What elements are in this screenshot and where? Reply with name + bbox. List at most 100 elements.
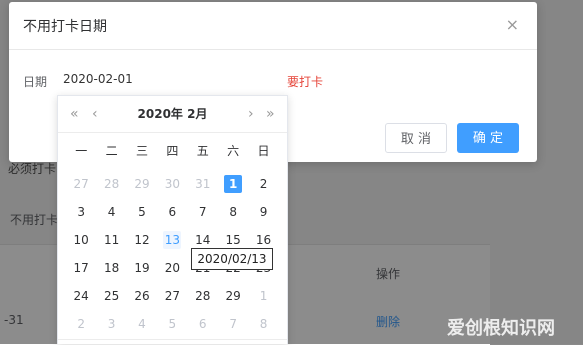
date-picker-header: « ‹ 2020年 2月 › » xyxy=(58,104,287,124)
calendar-day[interactable]: 28 xyxy=(96,170,126,198)
weekday-label: 六 xyxy=(227,144,240,158)
calendar-day-number: 8 xyxy=(259,317,268,331)
calendar-day[interactable]: 27 xyxy=(66,170,96,198)
calendar-day-number: 5 xyxy=(168,317,177,331)
calendar-day[interactable]: 7 xyxy=(188,198,218,226)
calendar-day-number: 25 xyxy=(103,289,120,303)
calendar-day-number: 5 xyxy=(138,205,146,219)
calendar-day-number: 12 xyxy=(134,233,150,247)
calendar-day[interactable]: 1 xyxy=(248,282,278,310)
calendar-day[interactable]: 20 xyxy=(157,254,187,282)
calendar-day[interactable]: 7 xyxy=(218,310,248,338)
calendar-day-number: 15 xyxy=(225,233,241,247)
weekday-label: 一 xyxy=(75,144,88,158)
weekday-header: 一二三四五六日 xyxy=(66,142,279,159)
next-year-icon[interactable]: » xyxy=(266,104,275,124)
calendar-day[interactable]: 10 xyxy=(66,226,96,254)
calendar-day[interactable]: 18 xyxy=(96,254,126,282)
calendar-day-number: 7 xyxy=(229,317,237,331)
date-label: 日期 xyxy=(23,75,48,89)
confirm-button[interactable]: 确 定 xyxy=(457,123,519,153)
weekday-label: 日 xyxy=(257,144,270,158)
calendar-day-number: 27 xyxy=(164,289,180,303)
calendar-day-number: 17 xyxy=(73,261,89,275)
calendar-day-number: 9 xyxy=(259,205,268,219)
calendar-day-number: 24 xyxy=(73,289,89,303)
calendar-day-number: 14 xyxy=(195,233,211,247)
calendar-day-number: 31 xyxy=(195,177,211,191)
calendar-day[interactable]: 27 xyxy=(157,282,187,310)
calendar-day-number: 27 xyxy=(73,177,89,191)
calendar-day[interactable]: 26 xyxy=(127,282,157,310)
calendar-day[interactable]: 12 xyxy=(127,226,157,254)
calendar-day-number: 4 xyxy=(107,205,116,219)
weekday-label: 四 xyxy=(166,144,179,158)
calendar-day[interactable]: 3 xyxy=(96,310,126,338)
calendar-day[interactable]: 6 xyxy=(188,310,218,338)
calendar-day-number: 20 xyxy=(164,261,180,275)
calendar-day-number: 16 xyxy=(255,233,272,247)
calendar-week-row: 3 4 5 6 7 8 9 xyxy=(66,198,279,226)
calendar-day[interactable]: 2 xyxy=(248,170,278,198)
calendar-day[interactable]: 28 xyxy=(188,282,218,310)
calendar-day[interactable]: 9 xyxy=(248,198,278,226)
calendar-day-number: 13 xyxy=(163,231,182,249)
calendar-day-number: 2 xyxy=(77,317,85,331)
calendar-day-number: 10 xyxy=(73,233,89,247)
calendar-day-number: 28 xyxy=(103,177,120,191)
calendar-day[interactable]: 19 xyxy=(127,254,157,282)
cancel-button[interactable]: 取 消 xyxy=(385,123,447,153)
calendar-day-number: 3 xyxy=(77,205,85,219)
calendar-week-row: 24 25 26 27 28 29 1 xyxy=(66,282,279,310)
date-picker-panel: « ‹ 2020年 2月 › » 一二三四五六日 27 28 29 30 31 1 2 3 4 5… xyxy=(57,95,288,344)
weekday-label: 三 xyxy=(135,144,148,158)
date-hover-tooltip: 2020/02/13 xyxy=(191,248,273,270)
calendar-day-number: 6 xyxy=(198,317,207,331)
weekday-label: 五 xyxy=(196,144,209,158)
weekday-label: 二 xyxy=(105,144,118,158)
calendar-day-number: 28 xyxy=(195,289,211,303)
calendar-day[interactable]: 30 xyxy=(157,170,187,198)
close-icon[interactable]: × xyxy=(506,17,519,33)
calendar-day-number: 4 xyxy=(138,317,146,331)
calendar-day[interactable]: 3 xyxy=(66,198,96,226)
dialog-title: 不用打卡日期 xyxy=(23,19,107,35)
calendar-day-number: 6 xyxy=(168,205,177,219)
calendar-day[interactable]: 5 xyxy=(127,198,157,226)
calendar-day-number: 8 xyxy=(229,205,237,219)
calendar-day-today[interactable]: 13 xyxy=(157,226,187,254)
calendar-day-number: 29 xyxy=(225,289,241,303)
calendar-day[interactable]: 6 xyxy=(157,198,187,226)
calendar-footer-edge xyxy=(58,339,287,344)
calendar-day-number: 7 xyxy=(198,205,207,219)
calendar-day[interactable]: 5 xyxy=(157,310,187,338)
calendar-day[interactable]: 4 xyxy=(96,198,126,226)
calendar-day-selected[interactable]: 1 xyxy=(218,170,248,198)
calendar-day-number: 19 xyxy=(134,261,150,275)
calendar-day[interactable]: 29 xyxy=(127,170,157,198)
calendar-day[interactable]: 17 xyxy=(66,254,96,282)
calendar-week-row: 2 3 4 5 6 7 8 xyxy=(66,310,279,338)
calendar-day-number: 1 xyxy=(224,175,243,193)
calendar-week-row: 27 28 29 30 31 1 2 xyxy=(66,170,279,198)
calendar-day[interactable]: 8 xyxy=(218,198,248,226)
calendar-day-number: 2 xyxy=(259,177,268,191)
date-input[interactable] xyxy=(57,64,287,94)
calendar-day-number: 1 xyxy=(259,289,268,303)
calendar-day-number: 11 xyxy=(103,233,120,247)
calendar-day-number: 30 xyxy=(164,177,180,191)
calendar-day[interactable]: 4 xyxy=(127,310,157,338)
calendar-day[interactable]: 25 xyxy=(96,282,126,310)
calendar-day[interactable]: 2 xyxy=(66,310,96,338)
calendar-divider xyxy=(58,132,287,133)
calendar-day[interactable]: 24 xyxy=(66,282,96,310)
calendar-day-number: 26 xyxy=(134,289,150,303)
calendar-day-number: 3 xyxy=(107,317,116,331)
next-month-icon[interactable]: › xyxy=(248,104,254,124)
calendar-day-number: 18 xyxy=(103,261,120,275)
calendar-day[interactable]: 29 xyxy=(218,282,248,310)
calendar-day[interactable]: 8 xyxy=(248,310,278,338)
watermark-text: 爱创根知识网 xyxy=(447,318,555,339)
calendar-day[interactable]: 11 xyxy=(96,226,126,254)
calendar-day[interactable]: 31 xyxy=(188,170,218,198)
